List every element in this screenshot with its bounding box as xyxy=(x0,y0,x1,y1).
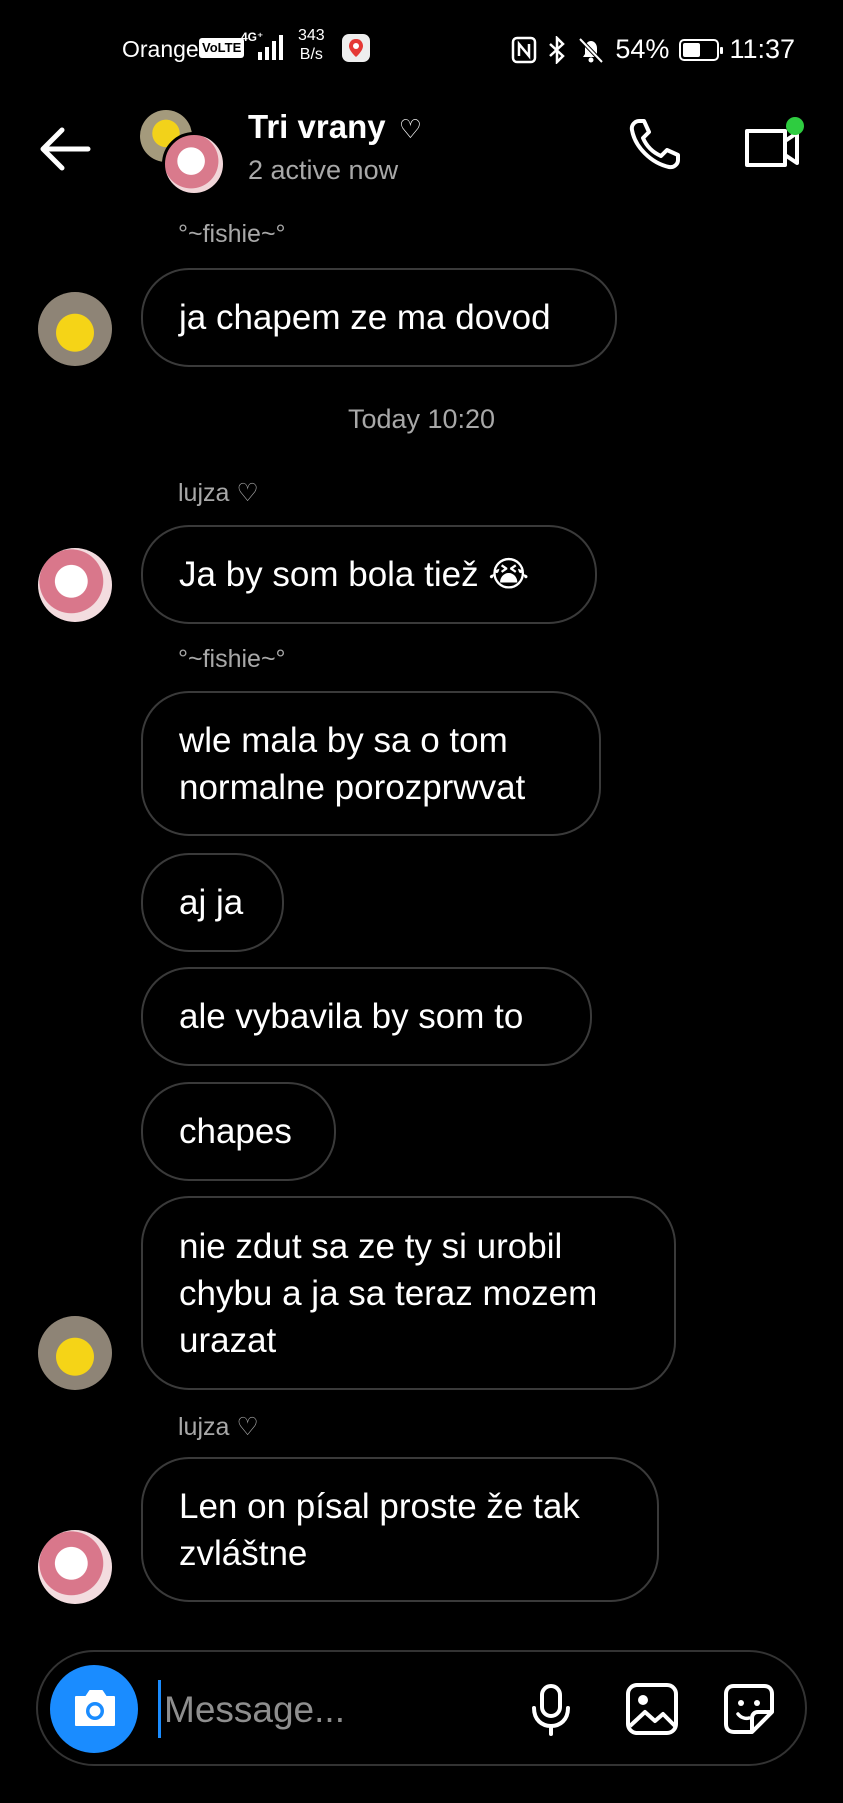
mute-bell-icon xyxy=(578,37,604,63)
title-heart: ♡ xyxy=(398,114,423,144)
text-cursor xyxy=(158,1680,161,1738)
gallery-icon[interactable] xyxy=(619,1676,685,1742)
message-bubble[interactable]: wle mala by sa o tom normalne porozprwva… xyxy=(141,691,601,836)
sender-name: °~fishie~° xyxy=(178,220,286,248)
battery-icon xyxy=(679,38,724,61)
back-arrow-icon[interactable] xyxy=(34,118,98,182)
message-text: wle mala by sa o tom normalne porozprwva… xyxy=(179,720,526,807)
sticker-icon[interactable] xyxy=(716,1676,782,1742)
avatar[interactable] xyxy=(38,548,112,622)
message-text: chapes xyxy=(179,1112,292,1151)
sender-name: lujza ♡ xyxy=(178,479,259,507)
sender-name: lujza ♡ xyxy=(178,1413,259,1441)
message-text: Ja by som bola tiež 😭 xyxy=(179,555,530,594)
avatar[interactable] xyxy=(38,1316,112,1390)
group-name: Tri vrany xyxy=(248,108,386,145)
message-text: ja chapem ze ma dovod xyxy=(179,298,551,337)
speed-value: 343 xyxy=(298,27,325,44)
camera-icon xyxy=(75,1690,115,1726)
avatar[interactable] xyxy=(38,292,112,366)
message-bubble[interactable]: Ja by som bola tiež 😭 xyxy=(141,525,597,624)
status-right: 54% 11:37 xyxy=(511,34,795,65)
group-avatar[interactable] xyxy=(138,108,226,196)
clock: 11:37 xyxy=(729,34,795,64)
status-bar: Orange VoLTE 4G⁺ 343 B/s 54% 11:37 xyxy=(0,0,843,100)
message-bubble[interactable]: ale vybavila by som to xyxy=(141,967,592,1066)
signal-icon xyxy=(258,35,283,60)
message-bubble[interactable]: nie zdut sa ze ty si urobil chybu a ja s… xyxy=(141,1196,676,1390)
message-bubble[interactable]: ja chapem ze ma dovod xyxy=(141,268,617,367)
message-bubble[interactable]: aj ja xyxy=(141,853,284,952)
battery-percent: 54% xyxy=(615,34,670,64)
camera-button[interactable] xyxy=(50,1665,138,1753)
message-composer xyxy=(36,1650,807,1766)
message-text: nie zdut sa ze ty si urobil chybu a ja s… xyxy=(179,1226,598,1360)
carrier-name: Orange xyxy=(122,36,199,62)
video-call-icon[interactable] xyxy=(735,115,805,175)
message-text: Len on písal proste že tak zvláštne xyxy=(179,1486,580,1573)
phone-icon[interactable] xyxy=(625,115,685,175)
message-input[interactable] xyxy=(162,1680,466,1740)
avatar[interactable] xyxy=(38,1530,112,1604)
timestamp: Today 10:20 xyxy=(347,404,496,434)
message-text: aj ja xyxy=(179,883,244,922)
volte-badge: VoLTE xyxy=(199,38,245,58)
battery-fill xyxy=(683,42,701,57)
active-status: 2 active now xyxy=(248,155,399,185)
map-pin-icon xyxy=(342,34,370,62)
message-bubble[interactable]: chapes xyxy=(141,1082,336,1181)
sender-name: °~fishie~° xyxy=(178,645,286,673)
bluetooth-icon xyxy=(549,35,566,64)
message-bubble[interactable]: Len on písal proste že tak zvláštne xyxy=(141,1457,659,1602)
chat-title[interactable]: Tri vrany ♡ xyxy=(248,108,422,146)
nfc-icon xyxy=(512,36,537,63)
speed-unit: B/s xyxy=(299,46,323,63)
message-text: ale vybavila by som to xyxy=(179,997,524,1036)
data-speed: 343 B/s xyxy=(298,26,325,64)
microphone-icon[interactable] xyxy=(518,1676,584,1742)
hellokitty-avatar xyxy=(162,132,226,196)
